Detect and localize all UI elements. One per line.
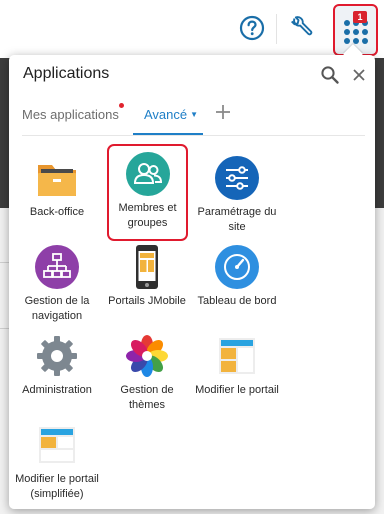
nine-dots-grid-icon [343, 20, 368, 44]
app-label: Modifier le portail (simplifiée) [15, 473, 99, 500]
app-portails-jmobile[interactable]: Portails JMobile [101, 244, 193, 309]
tab-avance-label: Avancé [144, 107, 188, 122]
tab-bar: Mes applications Avancé ▼ [9, 95, 375, 135]
help-button[interactable] [233, 8, 271, 48]
app-administration[interactable]: Administration [11, 333, 103, 398]
caret-down-icon: ▼ [190, 110, 199, 119]
app-parametrage-site[interactable]: Paramétrage du site [191, 155, 283, 235]
applications-popover: Applications Mes applications Avancé ▼ Ba… [9, 55, 375, 509]
app-label: Modifier le portail [195, 384, 279, 396]
app-modifier-portail[interactable]: Modifier le portail [191, 333, 283, 398]
popover-title: Applications [23, 65, 110, 82]
notification-badge: 1 [353, 11, 367, 23]
tab-bar-divider [22, 135, 365, 136]
app-modifier-portail-simplifiee[interactable]: Modifier le portail (simplifiée) [11, 422, 103, 502]
close-icon[interactable] [349, 65, 369, 85]
layout-icon [219, 338, 255, 374]
app-label: Paramétrage du site [197, 206, 277, 233]
app-label: Administration [22, 384, 92, 396]
sitemap-icon [35, 245, 79, 289]
app-tableau-de-bord[interactable]: Tableau de bord [191, 244, 283, 309]
app-gestion-navigation[interactable]: Gestion de la navigation [11, 244, 103, 324]
app-gestion-themes[interactable]: Gestion de thèmes [101, 333, 193, 413]
sliders-icon [215, 156, 259, 200]
magnifier-icon[interactable] [320, 65, 340, 85]
users-icon [125, 152, 170, 196]
app-membres-groupes[interactable]: Membres et groupes [107, 144, 188, 241]
plus-icon[interactable] [212, 101, 234, 123]
cog-icon [37, 336, 77, 376]
toolbar-separator [276, 14, 277, 44]
app-label: Tableau de bord [197, 295, 277, 307]
new-content-dot [119, 103, 124, 108]
tab-mes-applications[interactable]: Mes applications [22, 107, 119, 122]
page-header-background [0, 0, 384, 58]
app-label: Back-office [29, 206, 85, 218]
app-label: Gestion de la navigation [24, 295, 90, 322]
folder-icon [38, 165, 76, 196]
color-flower-icon [126, 335, 168, 377]
layout-simple-icon [39, 427, 75, 463]
tools-button[interactable] [282, 8, 320, 48]
wrench-icon [291, 16, 313, 36]
gauge-icon [215, 245, 259, 289]
tab-avance[interactable]: Avancé ▼ [144, 107, 198, 122]
smartphone-icon [136, 245, 158, 289]
app-label: Membres et groupes [118, 202, 177, 229]
app-back-office[interactable]: Back-office [11, 155, 103, 220]
app-label: Portails JMobile [108, 295, 186, 307]
app-label: Gestion de thèmes [120, 384, 174, 411]
question-circle-icon [239, 15, 265, 41]
